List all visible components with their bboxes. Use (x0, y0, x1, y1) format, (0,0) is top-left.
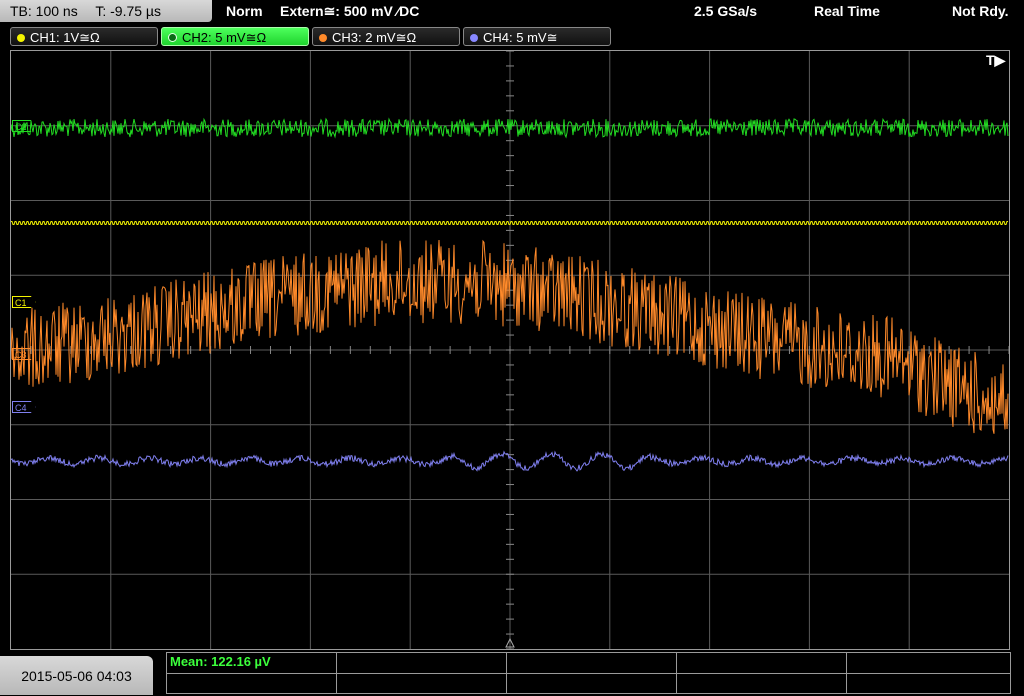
trigger-position-marker[interactable]: T▶ (986, 52, 1005, 69)
ch4-offset-marker[interactable]: C4 (12, 401, 36, 413)
sample-rate: 2.5 GSa/s (694, 3, 758, 19)
waveform-traces (11, 117, 1009, 472)
ch4-label: CH4: 5 mV≅ (483, 30, 558, 45)
mean-measurement: Mean: 122.16 µV (170, 654, 271, 669)
measurement-cell-2[interactable] (337, 653, 507, 693)
trigger-source[interactable]: Extern≅: 500 mV ⁄DC (280, 0, 419, 22)
ch3-color-icon (319, 34, 327, 42)
timebase-box[interactable]: TB: 100 ns T: -9.75 µs (0, 0, 212, 22)
ch4-trace (11, 450, 1009, 472)
ch2-label: CH2: 5 mV≅Ω (182, 30, 267, 45)
channel-bar: CH1: 1V≅Ω CH2: 5 mV≅Ω CH3: 2 mV≅Ω CH4: 5… (0, 24, 1024, 48)
measurement-panel[interactable]: Mean: 122.16 µV (166, 652, 1011, 694)
trigger-mode[interactable]: Norm (226, 0, 263, 22)
channel-tab-ch2[interactable]: CH2: 5 mV≅Ω (161, 27, 309, 46)
channel-tab-ch1[interactable]: CH1: 1V≅Ω (10, 27, 158, 46)
ch1-label: CH1: 1V≅Ω (30, 30, 100, 45)
channel-tab-ch4[interactable]: CH4: 5 mV≅ (463, 27, 611, 46)
ch1-color-icon (17, 34, 25, 42)
ch1-trace (11, 221, 1008, 225)
ch4-color-icon (470, 34, 478, 42)
ch3-offset-marker[interactable]: C3 (12, 348, 36, 360)
waveform-display[interactable] (10, 50, 1010, 650)
ch3-trace (11, 239, 1009, 434)
timebase-value: TB: 100 ns (10, 3, 78, 19)
acquisition-status: Not Rdy. (952, 3, 1009, 19)
ch2-trace (11, 117, 1009, 139)
acquisition-mode[interactable]: Real Time (814, 0, 880, 22)
ch2-offset-marker[interactable]: C2 (12, 120, 36, 132)
measurement-cell-3[interactable] (507, 653, 677, 693)
measurement-cell-1[interactable]: Mean: 122.16 µV (167, 653, 337, 693)
status-bar: TB: 100 ns T: -9.75 µs Norm Extern≅: 500… (0, 0, 1024, 24)
ch3-label: CH3: 2 mV≅Ω (332, 30, 417, 45)
ch1-offset-marker[interactable]: C1 (12, 296, 36, 308)
ch2-color-icon (168, 33, 177, 42)
channel-tab-ch3[interactable]: CH3: 2 mV≅Ω (312, 27, 460, 46)
trigger-time-value: T: -9.75 µs (95, 3, 161, 19)
date-time: 2015-05-06 04:03 (0, 656, 153, 695)
measurement-cell-4[interactable] (677, 653, 847, 693)
